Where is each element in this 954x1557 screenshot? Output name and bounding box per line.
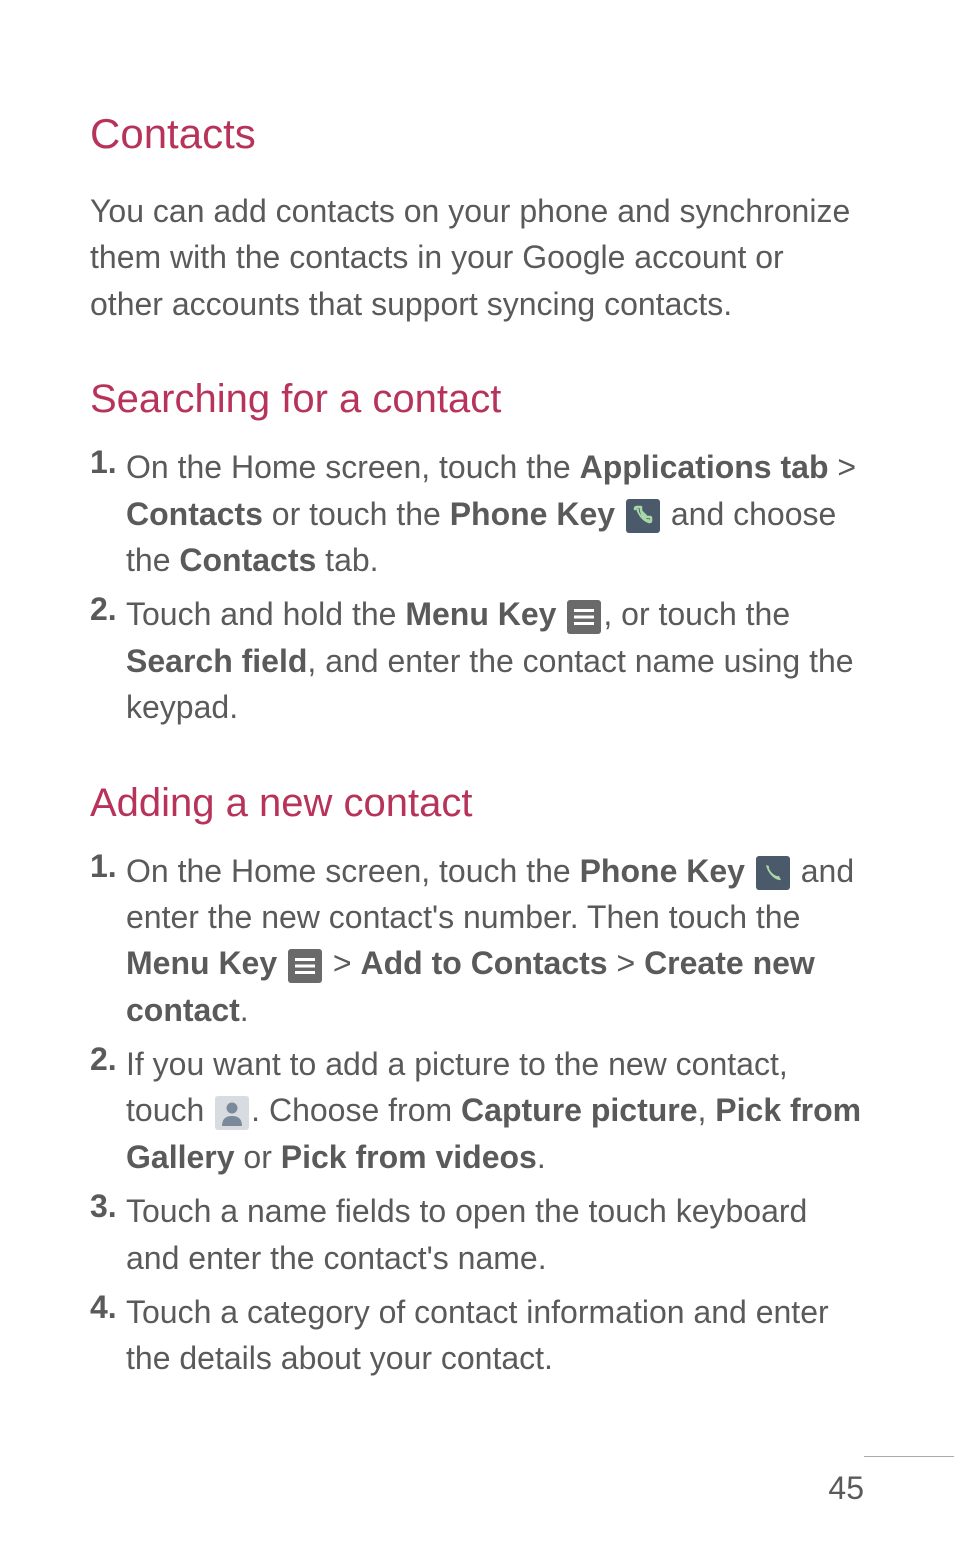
- step-number: 2.: [90, 1041, 126, 1180]
- step-number: 4.: [90, 1289, 126, 1382]
- list-item: 4. Touch a category of contact informati…: [90, 1289, 864, 1382]
- list-item: 2. If you want to add a picture to the n…: [90, 1041, 864, 1180]
- person-icon: [215, 1096, 249, 1130]
- step-number: 1.: [90, 444, 126, 583]
- phone-key-icon: [626, 499, 660, 533]
- page-number: 45: [828, 1470, 864, 1507]
- list-item: 3. Touch a name fields to open the touch…: [90, 1188, 864, 1281]
- contacts-heading: Contacts: [90, 110, 864, 158]
- step-text: On the Home screen, touch the Applicatio…: [126, 444, 864, 583]
- list-item: 1. On the Home screen, touch the Applica…: [90, 444, 864, 583]
- step-text: If you want to add a picture to the new …: [126, 1041, 864, 1180]
- step-text: On the Home screen, touch the Phone Key …: [126, 848, 864, 1034]
- step-number: 2.: [90, 591, 126, 730]
- searching-heading: Searching for a contact: [90, 377, 864, 422]
- step-text: Touch a category of contact information …: [126, 1289, 864, 1382]
- step-number: 3.: [90, 1188, 126, 1281]
- contacts-intro: You can add contacts on your phone and s…: [90, 188, 864, 327]
- list-item: 1. On the Home screen, touch the Phone K…: [90, 848, 864, 1034]
- menu-key-icon: [288, 949, 322, 983]
- step-text: Touch a name fields to open the touch ke…: [126, 1188, 864, 1281]
- step-number: 1.: [90, 848, 126, 1034]
- page-line: [864, 1456, 954, 1457]
- step-text: Touch and hold the Menu Key , or touch t…: [126, 591, 864, 730]
- menu-key-icon: [567, 600, 601, 634]
- phone-key-icon: [756, 856, 790, 890]
- list-item: 2. Touch and hold the Menu Key , or touc…: [90, 591, 864, 730]
- adding-heading: Adding a new contact: [90, 781, 864, 826]
